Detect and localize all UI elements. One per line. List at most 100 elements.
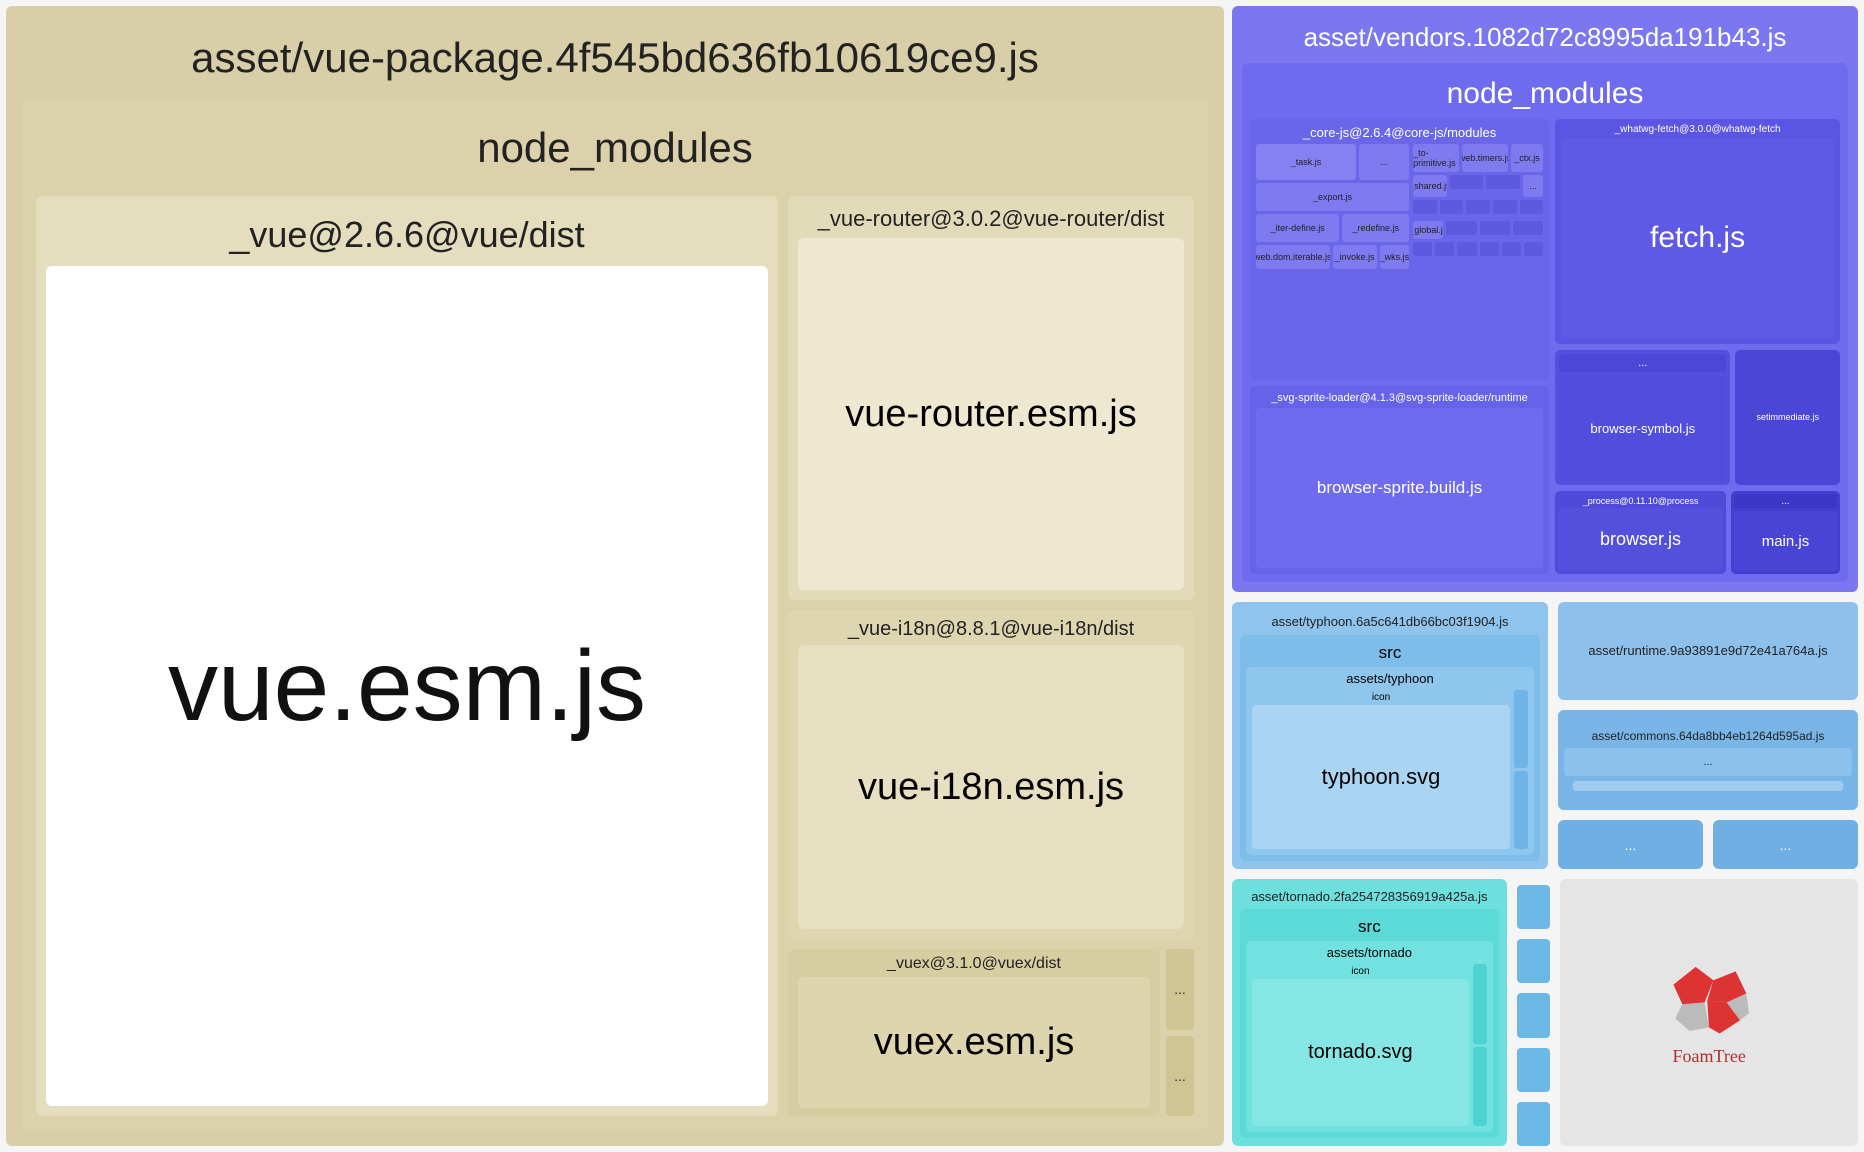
browser-symbol-group[interactable]: ... browser-symbol.js xyxy=(1555,350,1730,486)
tiny-chunk[interactable] xyxy=(1517,1048,1551,1092)
file-vue-i18n-esm[interactable]: vue-i18n.esm.js xyxy=(798,645,1184,929)
tiny-chunk[interactable]: ... xyxy=(1558,820,1703,869)
process-group[interactable]: _process@0.11.10@process browser.js xyxy=(1555,491,1726,574)
treemap-root: asset/vue-package.4f545bd636fb10619ce9.j… xyxy=(0,0,1864,1152)
tiny-file[interactable] xyxy=(1466,200,1490,214)
chunk-vendors[interactable]: asset/vendors.1082d72c8995da191b43.js no… xyxy=(1232,6,1858,592)
file-ctx-js[interactable]: _ctx.js xyxy=(1511,144,1543,172)
group-title: _vue-router@3.0.2@vue-router/dist xyxy=(798,196,1184,238)
tiny-file[interactable] xyxy=(1457,242,1476,256)
tiny-file[interactable] xyxy=(1435,242,1454,256)
assets-group[interactable]: assets/tornado icon tornado.svg xyxy=(1246,941,1493,1132)
svg-sprite-loader-group[interactable]: _svg-sprite-loader@4.1.3@svg-sprite-load… xyxy=(1250,386,1549,574)
chunk-tornado[interactable]: asset/tornado.2fa254728356919a425a.js sr… xyxy=(1232,879,1507,1146)
file-vuex-esm[interactable]: vuex.esm.js xyxy=(798,977,1150,1108)
tiny-chunk[interactable]: ... xyxy=(1713,820,1858,869)
tiny-file[interactable] xyxy=(1502,242,1521,256)
tiny-chunk[interactable] xyxy=(1517,885,1551,929)
group-title: _vue@2.6.6@vue/dist xyxy=(46,196,768,266)
chunk-vue-package[interactable]: asset/vue-package.4f545bd636fb10619ce9.j… xyxy=(6,6,1224,1146)
chunk-title: asset/vendors.1082d72c8995da191b43.js xyxy=(1242,6,1848,63)
group-title: node_modules xyxy=(22,100,1208,186)
vuex-dist-group[interactable]: _vuex@3.1.0@vuex/dist vuex.esm.js xyxy=(788,949,1160,1116)
file-vue-esm[interactable]: vue.esm.js xyxy=(46,266,768,1106)
vue-dist-group[interactable]: _vue@2.6.6@vue/dist vue.esm.js xyxy=(36,196,778,1116)
foamtree-icon xyxy=(1664,958,1754,1038)
file-setimmediate-js[interactable]: setimmediate.js xyxy=(1735,350,1840,486)
tiny-chunks xyxy=(1517,879,1551,1146)
tiny-file[interactable] xyxy=(1446,221,1476,235)
file-fetch-js[interactable]: fetch.js xyxy=(1561,138,1834,338)
chunk-typhoon[interactable]: asset/typhoon.6a5c641db66bc03f1904.js sr… xyxy=(1232,602,1548,869)
tiny-file[interactable] xyxy=(1513,221,1543,235)
node-modules-group[interactable]: node_modules _core-js@2.6.4@core-js/modu… xyxy=(1242,63,1848,582)
chunk-title: asset/typhoon.6a5c641db66bc03f1904.js xyxy=(1240,602,1540,635)
tiny-file[interactable] xyxy=(1413,200,1437,214)
group-title: src xyxy=(1246,635,1534,667)
overflow-dots[interactable]: ... xyxy=(1564,748,1852,776)
tiny-chunk[interactable] xyxy=(1517,1102,1551,1146)
vue-i18n-dist-group[interactable]: _vue-i18n@8.8.1@vue-i18n/dist vue-i18n.e… xyxy=(788,610,1194,939)
foamtree-logo[interactable]: FoamTree xyxy=(1560,879,1858,1146)
file-browser-js[interactable]: browser.js xyxy=(1558,508,1723,571)
overflow-dots[interactable]: ... xyxy=(1523,175,1543,197)
chunk-runtime[interactable]: asset/runtime.9a93891e9d72e41a764a.js xyxy=(1558,602,1858,700)
file-redefine-js[interactable]: _redefine.js xyxy=(1342,214,1409,242)
file-shared-js[interactable]: _shared.js xyxy=(1413,175,1447,197)
tiny-file[interactable] xyxy=(1486,175,1520,189)
tiny-chunk[interactable] xyxy=(1517,993,1551,1037)
tiny-file[interactable] xyxy=(1480,242,1499,256)
tiny-file[interactable] xyxy=(1413,242,1432,256)
whatwg-fetch-group[interactable]: _whatwg-fetch@3.0.0@whatwg-fetch fetch.j… xyxy=(1555,119,1840,344)
logo-label: FoamTree xyxy=(1673,1046,1746,1067)
file-task-js[interactable]: _task.js xyxy=(1256,144,1356,180)
src-group[interactable]: src assets/tornado icon tornado.svg xyxy=(1240,909,1499,1138)
group-title: src xyxy=(1246,909,1493,941)
tiny-file[interactable] xyxy=(1493,200,1517,214)
vue-router-dist-group[interactable]: _vue-router@3.0.2@vue-router/dist vue-ro… xyxy=(788,196,1194,600)
file-vue-router-esm[interactable]: vue-router.esm.js xyxy=(798,238,1184,590)
file-export-js[interactable]: _export.js xyxy=(1256,183,1409,211)
tiny-file[interactable] xyxy=(1573,781,1844,791)
tiny-file[interactable] xyxy=(1440,200,1464,214)
file-tornado-svg[interactable]: tornado.svg xyxy=(1252,979,1469,1126)
group-title: _whatwg-fetch@3.0.0@whatwg-fetch xyxy=(1561,119,1834,138)
tiny-file[interactable] xyxy=(1450,175,1484,189)
src-group[interactable]: src assets/typhoon icon typhoon.svg xyxy=(1240,635,1540,861)
file-web-timers-js[interactable]: web.timers.js xyxy=(1462,144,1508,172)
group-title: _vuex@3.1.0@vuex/dist xyxy=(798,949,1150,977)
file-browser-symbol-js[interactable]: browser-symbol.js xyxy=(1559,376,1726,482)
chunk-title: asset/tornado.2fa254728356919a425a.js xyxy=(1240,879,1499,909)
file-to-primitive-js[interactable]: _to-primitive.js xyxy=(1413,144,1459,172)
file-invoke-js[interactable]: _invoke.js xyxy=(1333,245,1377,269)
overflow-dots[interactable]: ... xyxy=(1559,354,1726,372)
main-js-group[interactable]: ... main.js xyxy=(1731,491,1840,574)
chunk-commons[interactable]: asset/commons.64da8bb4eb1264d595ad.js ..… xyxy=(1558,710,1858,810)
node-modules-group[interactable]: node_modules _vue@2.6.6@vue/dist vue.esm… xyxy=(22,100,1208,1130)
tiny-file[interactable] xyxy=(1520,200,1544,214)
group-title: assets/tornado xyxy=(1252,941,1487,960)
overflow-dots[interactable]: ... xyxy=(1734,494,1837,508)
group-title: node_modules xyxy=(1250,63,1840,119)
file-wks-js[interactable]: _wks.js xyxy=(1380,245,1409,269)
corejs-group[interactable]: _core-js@2.6.4@core-js/modules _task.js … xyxy=(1250,119,1549,380)
tiny-file[interactable] xyxy=(1480,221,1510,235)
file-browser-sprite-build[interactable]: browser-sprite.build.js xyxy=(1256,408,1543,568)
tiny-chunk[interactable] xyxy=(1517,939,1551,983)
left-column: asset/vue-package.4f545bd636fb10619ce9.j… xyxy=(6,6,1224,1146)
file-global-js[interactable]: _global.js xyxy=(1413,221,1443,239)
chunk-title: asset/vue-package.4f545bd636fb10619ce9.j… xyxy=(22,6,1208,100)
assets-group[interactable]: assets/typhoon icon typhoon.svg xyxy=(1246,667,1534,855)
file-main-js[interactable]: main.js xyxy=(1734,511,1837,571)
file-iter-define-js[interactable]: _iter-define.js xyxy=(1256,214,1339,242)
overflow-dots[interactable]: ... xyxy=(1166,949,1194,1029)
tiny-files xyxy=(1514,690,1528,849)
file-web-dom-iterable-js[interactable]: web.dom.iterable.js xyxy=(1256,245,1330,269)
group-title: _core-js@2.6.4@core-js/modules xyxy=(1256,119,1543,144)
group-title: _svg-sprite-loader@4.1.3@svg-sprite-load… xyxy=(1256,386,1543,408)
tiny-file[interactable] xyxy=(1524,242,1543,256)
overflow-dots[interactable]: ... xyxy=(1166,1036,1194,1116)
overflow-dots[interactable]: ... xyxy=(1359,144,1409,180)
file-typhoon-svg[interactable]: typhoon.svg xyxy=(1252,705,1510,849)
chunk-title: asset/commons.64da8bb4eb1264d595ad.js xyxy=(1592,729,1825,743)
